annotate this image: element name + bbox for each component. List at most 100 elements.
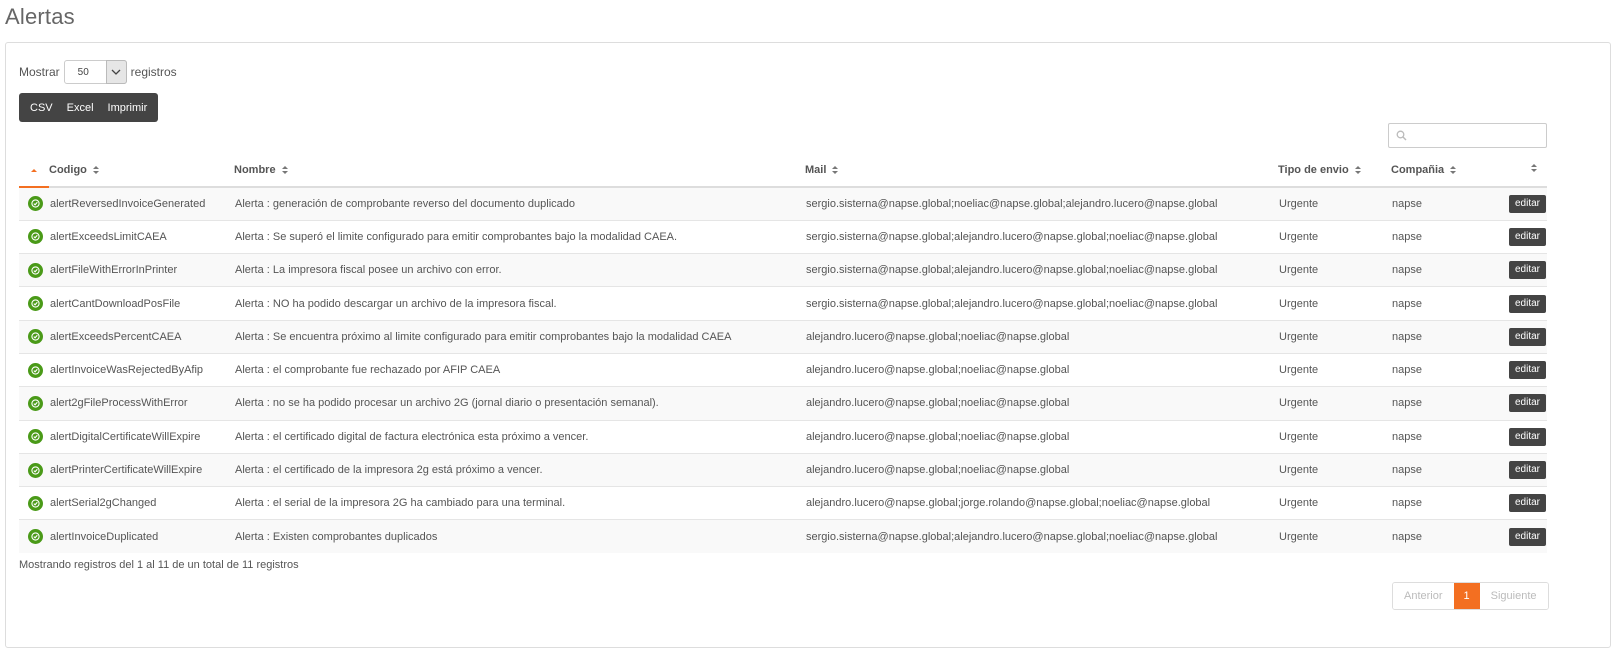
name-cell: Alerta : NO ha podido descargar un archi… — [234, 286, 805, 321]
column-header-actions[interactable] — [1489, 154, 1547, 188]
page-length-value: 50 — [77, 66, 89, 78]
name-cell: Alerta : el certificado digital de factu… — [234, 419, 805, 454]
pagination-next-button[interactable]: Siguiente — [1479, 583, 1548, 609]
company-cell: napse — [1391, 452, 1489, 487]
actions-cell: editar — [1489, 452, 1547, 487]
code-cell: alertPrinterCertificateWillExpire — [49, 452, 234, 487]
mail-cell: sergio.sisterna@napse.global;alejandro.l… — [805, 219, 1278, 254]
send-type-cell: Urgente — [1278, 319, 1391, 354]
column-header-mail[interactable]: Mail — [805, 154, 1278, 188]
edit-button[interactable]: editar — [1508, 194, 1546, 213]
table-row: alertPrinterCertificateWillExpire Alerta … — [19, 452, 1547, 487]
csv-button[interactable]: CSV — [23, 93, 60, 122]
length-suffix-label: registros — [130, 65, 177, 79]
name-cell: Alerta : generación de comprobante rever… — [234, 187, 805, 221]
table-row: alertReversedInvoiceGenerated Alerta : ge… — [19, 187, 1547, 221]
actions-cell: editar — [1489, 419, 1547, 454]
name-cell: Alerta : La impresora fiscal posee un ar… — [234, 253, 805, 287]
table-header-row: Codigo Nombre Mail Tipo de envio Compañi… — [19, 154, 1547, 188]
code-cell: alertSerial2gChanged — [49, 486, 234, 520]
company-cell: napse — [1391, 286, 1489, 321]
company-cell: napse — [1391, 419, 1489, 454]
company-cell: napse — [1391, 352, 1489, 387]
edit-button[interactable]: editar — [1508, 527, 1546, 546]
column-header-company[interactable]: Compañia — [1391, 154, 1489, 188]
sort-icon — [1354, 165, 1361, 175]
company-cell: napse — [1391, 519, 1489, 554]
company-cell: napse — [1391, 386, 1489, 421]
edit-button[interactable]: editar — [1508, 461, 1546, 480]
actions-cell: editar — [1489, 286, 1547, 321]
check-circle-icon — [28, 262, 43, 278]
send-type-cell: Urgente — [1278, 419, 1391, 454]
search-input[interactable] — [1411, 126, 1541, 145]
excel-button[interactable]: Excel — [60, 93, 101, 122]
alerts-panel: Mostrar 50 registros CSV Excel Imprimir — [5, 42, 1611, 648]
pagination: Anterior 1 Siguiente — [1392, 582, 1549, 610]
search-icon — [1396, 130, 1407, 144]
mail-cell: alejandro.lucero@napse.global;jorge.rola… — [805, 486, 1278, 520]
actions-cell: editar — [1489, 187, 1547, 221]
company-cell: napse — [1391, 187, 1489, 221]
edit-button[interactable]: editar — [1508, 494, 1546, 513]
code-cell: alertExceedsPercentCAEA — [49, 319, 234, 354]
pagination-prev-button[interactable]: Anterior — [1393, 583, 1454, 609]
check-circle-icon — [28, 395, 43, 411]
pagination-page-button[interactable]: 1 — [1453, 583, 1480, 609]
actions-cell: editar — [1489, 519, 1547, 554]
mail-cell: alejandro.lucero@napse.global;noeliac@na… — [805, 452, 1278, 487]
status-cell — [19, 187, 49, 221]
edit-button[interactable]: editar — [1508, 394, 1546, 413]
column-header-code[interactable]: Codigo — [49, 154, 234, 188]
code-cell: alertReversedInvoiceGenerated — [49, 187, 234, 221]
status-cell — [19, 286, 49, 321]
edit-button[interactable]: editar — [1508, 227, 1546, 246]
page-length-control: Mostrar 50 registros — [19, 60, 177, 84]
send-type-cell: Urgente — [1278, 219, 1391, 254]
status-cell — [19, 319, 49, 354]
actions-cell: editar — [1489, 319, 1547, 354]
column-header-send-type[interactable]: Tipo de envio — [1278, 154, 1391, 188]
company-cell: napse — [1391, 219, 1489, 254]
edit-button[interactable]: editar — [1508, 361, 1546, 380]
name-cell: Alerta : no se ha podido procesar un arc… — [234, 386, 805, 421]
table-row: alertExceedsLimitCAEA Alerta : Se superó … — [19, 219, 1547, 254]
status-cell — [19, 386, 49, 421]
table-row: alertExceedsPercentCAEA Alerta : Se encue… — [19, 319, 1547, 354]
column-header-name[interactable]: Nombre — [234, 154, 805, 188]
print-button[interactable]: Imprimir — [101, 93, 155, 122]
edit-button[interactable]: editar — [1508, 261, 1546, 280]
page-length-select[interactable]: 50 — [63, 60, 127, 84]
table-row: alertSerial2gChanged Alerta : el serial d… — [19, 486, 1547, 520]
status-cell — [19, 452, 49, 487]
column-header-company-label: Compañia — [1391, 164, 1445, 176]
check-circle-icon — [28, 196, 43, 212]
table-row: alertInvoiceDuplicated Alerta : Existen c… — [19, 519, 1547, 554]
table-row: alert2gFileProcessWithError Alerta : no s… — [19, 386, 1547, 421]
alerts-table: Codigo Nombre Mail Tipo de envio Compañi… — [19, 154, 1547, 554]
page-title: Alertas — [5, 4, 75, 29]
edit-button[interactable]: editar — [1508, 327, 1546, 346]
edit-button[interactable]: editar — [1508, 427, 1546, 446]
name-cell: Alerta : Se superó el limite configurado… — [234, 219, 805, 254]
chevron-down-icon[interactable] — [105, 60, 127, 84]
status-cell — [19, 519, 49, 554]
mail-cell: alejandro.lucero@napse.global;noeliac@na… — [805, 419, 1278, 454]
table-row: alertDigitalCertificateWillExpire Alerta … — [19, 419, 1547, 454]
send-type-cell: Urgente — [1278, 187, 1391, 221]
check-circle-icon — [28, 462, 43, 478]
mail-cell: sergio.sisterna@napse.global;noeliac@nap… — [805, 187, 1278, 221]
column-header-status[interactable] — [19, 154, 49, 188]
edit-button[interactable]: editar — [1508, 294, 1546, 313]
column-header-send-type-label: Tipo de envio — [1278, 164, 1349, 176]
company-cell: napse — [1391, 253, 1489, 287]
sort-icon — [92, 165, 99, 175]
mail-cell: alejandro.lucero@napse.global;noeliac@na… — [805, 352, 1278, 387]
send-type-cell: Urgente — [1278, 452, 1391, 487]
code-cell: alertCantDownloadPosFile — [49, 286, 234, 321]
sort-icon — [1450, 165, 1457, 175]
table-row: alertFileWithErrorInPrinter Alerta : La i… — [19, 253, 1547, 287]
status-cell — [19, 419, 49, 454]
sort-icon — [281, 165, 288, 175]
sort-icon — [1531, 164, 1537, 173]
